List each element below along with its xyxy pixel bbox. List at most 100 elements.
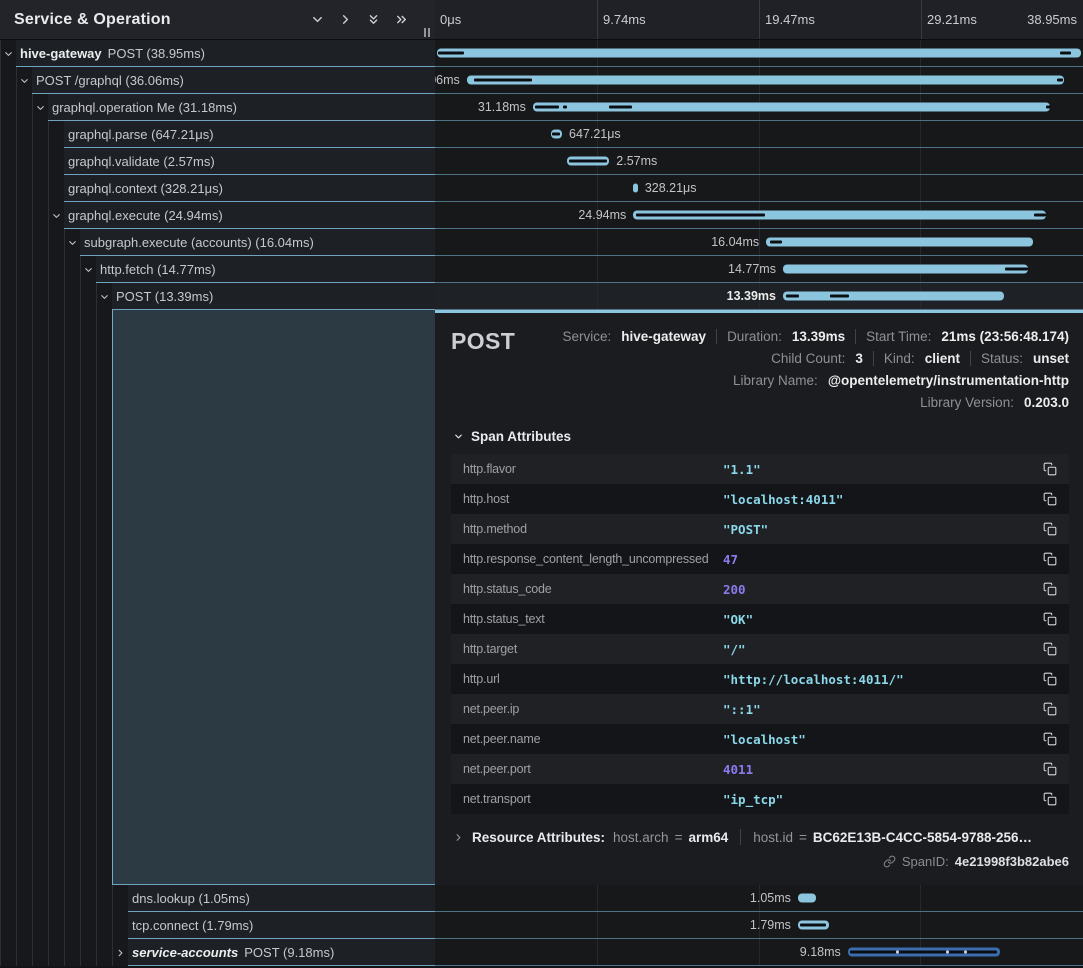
indent-guides [0,939,128,966]
span-detail-row: POST Service:hive-gatewayDuration:13.39m… [0,310,1083,885]
chevron-down-icon[interactable] [51,210,62,221]
copy-value-button[interactable] [1041,730,1059,748]
span-id-row: SpanID: 4e21998f3b82abe6 [451,854,1069,869]
span-bar[interactable] [766,238,1033,247]
divider [740,829,741,845]
span-bar[interactable] [783,292,1004,301]
span-name-cell[interactable]: graphql.context (328.21μs) [64,175,435,202]
resource-attributes-title: Resource Attributes: [472,830,605,845]
self-time-mark [850,951,997,954]
collapse-all-button[interactable] [366,12,381,27]
copy-value-button[interactable] [1041,550,1059,568]
timeline-row[interactable]: 2.57ms [435,148,1083,175]
span-name-cell[interactable]: graphql.validate (2.57ms) [64,148,435,175]
resource-attributes-row[interactable]: Resource Attributes: host.arch=arm64host… [453,829,1069,845]
copy-value-button[interactable] [1041,700,1059,718]
self-time-mark [830,295,849,298]
duration-label: 24.94ms [578,208,626,222]
trace-row: dns.lookup (1.05ms)1.05ms [0,885,1083,912]
chevron-right-icon[interactable] [115,947,126,958]
timeline-row[interactable]: 24.94ms [435,202,1083,229]
indent-guides [0,121,64,148]
timeline-row[interactable]: 1.05ms [435,885,1083,912]
span-bar[interactable] [467,76,1064,85]
link-icon[interactable] [883,855,896,868]
span-name-cell[interactable]: service-accountsPOST (9.18ms) [128,939,435,966]
chevron-down-icon[interactable] [19,75,30,86]
self-time-mark [1034,214,1046,217]
span-name-cell[interactable]: http.fetch (14.77ms) [96,256,435,283]
metadata-value: client [925,351,960,366]
trace-row-left: graphql.parse (647.21μs) [0,121,435,148]
attribute-key: net.peer.name [463,732,723,746]
attribute-key: http.status_code [463,582,723,596]
copy-icon [1043,732,1057,746]
timeline-tick: 0μs [435,0,597,39]
metadata-label: Duration: [727,329,782,344]
timeline-row[interactable]: 16.04ms [435,229,1083,256]
copy-value-button[interactable] [1041,640,1059,658]
attribute-value: "http://localhost:4011/" [723,672,1041,687]
span-name-cell[interactable]: graphql.operation Me (31.18ms) [48,94,435,121]
operation-name: tcp.connect (1.79ms) [132,918,253,933]
self-time-mark [896,951,899,954]
span-bar[interactable] [437,49,1081,58]
trace-row: graphql.context (328.21μs)328.21μs [0,175,1083,202]
timeline-row[interactable]: 1.79ms [435,912,1083,939]
span-name-cell[interactable]: graphql.execute (24.94ms) [64,202,435,229]
expand-one-button[interactable] [338,12,353,27]
span-name-cell[interactable]: hive-gatewayPOST (38.95ms) [16,40,435,67]
timeline-row[interactable]: 9.18ms [435,939,1083,966]
selected-span-region[interactable] [112,310,435,885]
metadata-value: @opentelemetry/instrumentation-http [828,373,1069,388]
span-detail-panel: POST Service:hive-gatewayDuration:13.39m… [435,310,1083,885]
trace-row: http.fetch (14.77ms)14.77ms [0,256,1083,283]
copy-value-button[interactable] [1041,760,1059,778]
chevron-down-icon[interactable] [67,237,78,248]
timeline-row[interactable]: 31.18ms [435,94,1083,121]
chevrons-right-icon [394,12,409,27]
timeline-row[interactable] [435,40,1083,67]
attribute-key: net.peer.port [463,762,723,776]
attribute-key: http.flavor [463,462,723,476]
copy-value-button[interactable] [1041,610,1059,628]
copy-value-button[interactable] [1041,790,1059,808]
copy-value-button[interactable] [1041,670,1059,688]
copy-value-button[interactable] [1041,460,1059,478]
span-name-cell[interactable]: tcp.connect (1.79ms) [128,912,435,939]
span-bar[interactable] [783,265,1028,274]
attribute-value: 47 [723,552,1041,567]
span-name-cell[interactable]: dns.lookup (1.05ms) [128,885,435,912]
attribute-row: http.target"/" [451,634,1069,664]
attribute-key: net.peer.ip [463,702,723,716]
chevron-down-icon[interactable] [83,264,94,275]
self-time-mark [1060,52,1072,55]
timeline-row[interactable]: 647.21μs [435,121,1083,148]
chevron-down-icon[interactable] [35,102,46,113]
chevron-down-icon [310,12,325,27]
self-time-mark [438,52,464,55]
timeline-row[interactable]: 36.06ms [435,67,1083,94]
timeline-row[interactable]: 13.39ms [435,283,1083,310]
timeline-row[interactable]: 328.21μs [435,175,1083,202]
timeline-row[interactable]: 14.77ms [435,256,1083,283]
copy-value-button[interactable] [1041,490,1059,508]
trace-row: graphql.operation Me (31.18ms)31.18ms [0,94,1083,121]
copy-value-button[interactable] [1041,580,1059,598]
span-bar[interactable] [633,184,638,193]
collapse-one-button[interactable] [310,12,325,27]
chevrons-down-icon [366,12,381,27]
detail-left-column [0,310,435,885]
chevron-down-icon[interactable] [3,48,14,59]
span-name-cell[interactable]: graphql.parse (647.21μs) [64,121,435,148]
span-name-cell[interactable]: POST /graphql (36.06ms) [32,67,435,94]
span-attributes-toggle[interactable]: Span Attributes [453,429,1069,444]
expand-all-button[interactable] [394,12,409,27]
chevron-down-icon[interactable] [99,291,110,302]
copy-value-button[interactable] [1041,520,1059,538]
trace-row: service-accountsPOST (9.18ms)9.18ms [0,939,1083,966]
span-name-cell[interactable]: subgraph.execute (accounts) (16.04ms) [80,229,435,256]
panel-resize-handle[interactable] [424,28,430,37]
span-bar[interactable] [798,894,816,903]
span-name-cell[interactable]: POST (13.39ms) [112,283,435,310]
